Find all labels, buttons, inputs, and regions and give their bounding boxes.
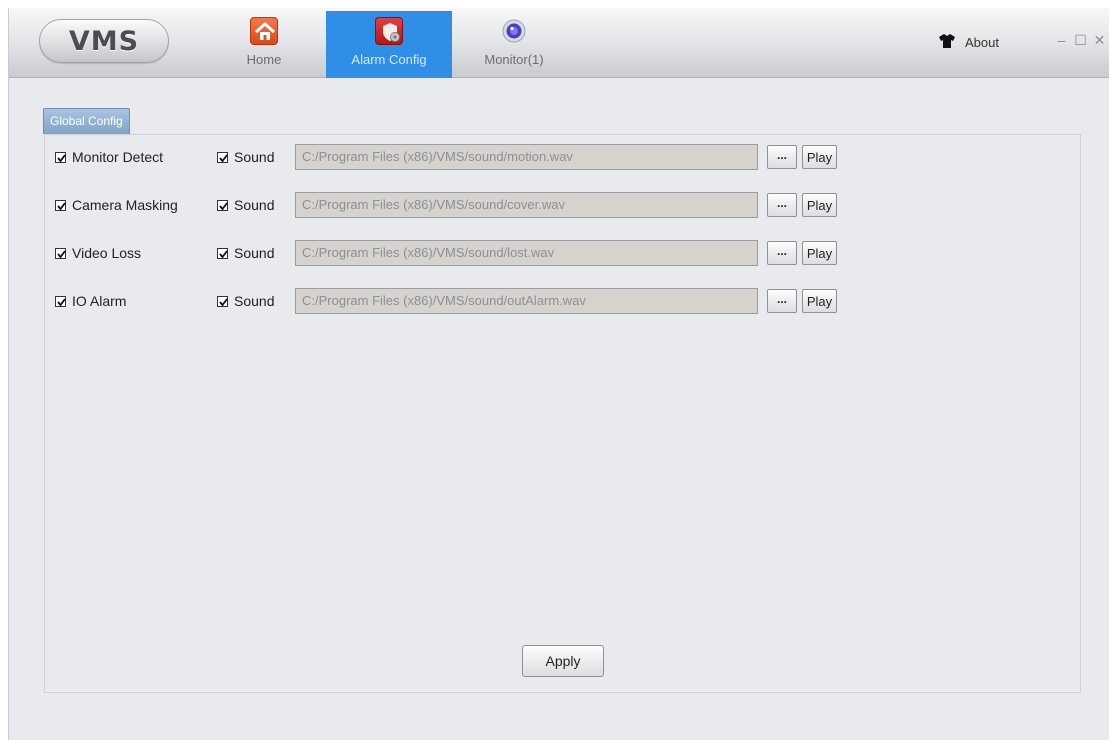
alarm-row: IO Alarm Sound C:/Program Files (x86)/VM… xyxy=(55,288,837,314)
shirt-icon xyxy=(939,34,955,51)
apply-button[interactable]: Apply xyxy=(522,645,604,677)
nav-label-alarm-config: Alarm Config xyxy=(351,52,427,67)
play-button[interactable]: Play xyxy=(802,241,837,265)
nav-tab-home[interactable]: Home xyxy=(224,11,304,78)
alarm-name-label: Camera Masking xyxy=(72,197,178,213)
maximize-icon[interactable]: ☐ xyxy=(1073,32,1088,49)
window-controls: – ☐ ✕ xyxy=(1054,32,1107,49)
vms-logo: VMS xyxy=(39,19,169,63)
sound-label: Sound xyxy=(234,149,275,165)
checkbox-checked-icon xyxy=(217,295,228,307)
close-icon[interactable]: ✕ xyxy=(1092,32,1107,49)
alarm-row: Video Loss Sound C:/Program Files (x86)/… xyxy=(55,240,837,266)
sound-checkbox[interactable]: Sound xyxy=(217,149,295,165)
alarm-row: Monitor Detect Sound C:/Program Files (x… xyxy=(55,144,837,170)
about-button[interactable]: About xyxy=(939,34,999,51)
sound-label: Sound xyxy=(234,293,275,309)
play-button[interactable]: Play xyxy=(802,193,837,217)
sound-path-field[interactable]: C:/Program Files (x86)/VMS/sound/cover.w… xyxy=(295,192,758,218)
sound-checkbox[interactable]: Sound xyxy=(217,293,295,309)
sound-path-field[interactable]: C:/Program Files (x86)/VMS/sound/lost.wa… xyxy=(295,240,758,266)
nav-label-home: Home xyxy=(246,52,282,67)
alarm-config-icon xyxy=(375,17,403,45)
browse-button[interactable]: ... xyxy=(767,193,797,217)
sound-checkbox[interactable]: Sound xyxy=(217,197,295,213)
sound-checkbox[interactable]: Sound xyxy=(217,245,295,261)
alarm-name-label: IO Alarm xyxy=(72,293,127,309)
browse-button[interactable]: ... xyxy=(767,289,797,313)
checkbox-checked-icon xyxy=(217,151,228,163)
sound-label: Sound xyxy=(234,245,275,261)
global-config-panel: Monitor Detect Sound C:/Program Files (x… xyxy=(44,134,1081,693)
browse-button[interactable]: ... xyxy=(767,241,797,265)
checkbox-checked-icon xyxy=(217,199,228,211)
home-icon xyxy=(250,17,278,45)
browse-button[interactable]: ... xyxy=(767,145,797,169)
camera-masking-checkbox[interactable]: Camera Masking xyxy=(55,197,217,213)
play-button[interactable]: Play xyxy=(802,145,837,169)
monitor-icon xyxy=(500,17,528,45)
tab-global-config[interactable]: Global Config xyxy=(43,108,130,134)
sound-label: Sound xyxy=(234,197,275,213)
video-loss-checkbox[interactable]: Video Loss xyxy=(55,245,217,261)
alarm-name-label: Monitor Detect xyxy=(72,149,164,165)
app-window: VMS Home Alarm Config Monitor(1) About –… xyxy=(8,8,1109,740)
about-label: About xyxy=(965,35,999,50)
nav-label-monitor: Monitor(1) xyxy=(484,52,544,67)
alarm-name-label: Video Loss xyxy=(72,245,142,261)
sound-path-field[interactable]: C:/Program Files (x86)/VMS/sound/motion.… xyxy=(295,144,758,170)
toolbar: VMS Home Alarm Config Monitor(1) About –… xyxy=(9,8,1109,78)
sound-path-field[interactable]: C:/Program Files (x86)/VMS/sound/outAlar… xyxy=(295,288,758,314)
minimize-icon[interactable]: – xyxy=(1054,32,1069,49)
checkbox-checked-icon xyxy=(55,247,66,259)
alarm-row: Camera Masking Sound C:/Program Files (x… xyxy=(55,192,837,218)
checkbox-checked-icon xyxy=(55,151,66,163)
monitor-detect-checkbox[interactable]: Monitor Detect xyxy=(55,149,217,165)
checkbox-checked-icon xyxy=(55,295,66,307)
nav-tab-monitor[interactable]: Monitor(1) xyxy=(464,11,564,78)
io-alarm-checkbox[interactable]: IO Alarm xyxy=(55,293,217,309)
checkbox-checked-icon xyxy=(55,199,66,211)
play-button[interactable]: Play xyxy=(802,289,837,313)
checkbox-checked-icon xyxy=(217,247,228,259)
nav-tab-alarm-config[interactable]: Alarm Config xyxy=(326,11,452,78)
